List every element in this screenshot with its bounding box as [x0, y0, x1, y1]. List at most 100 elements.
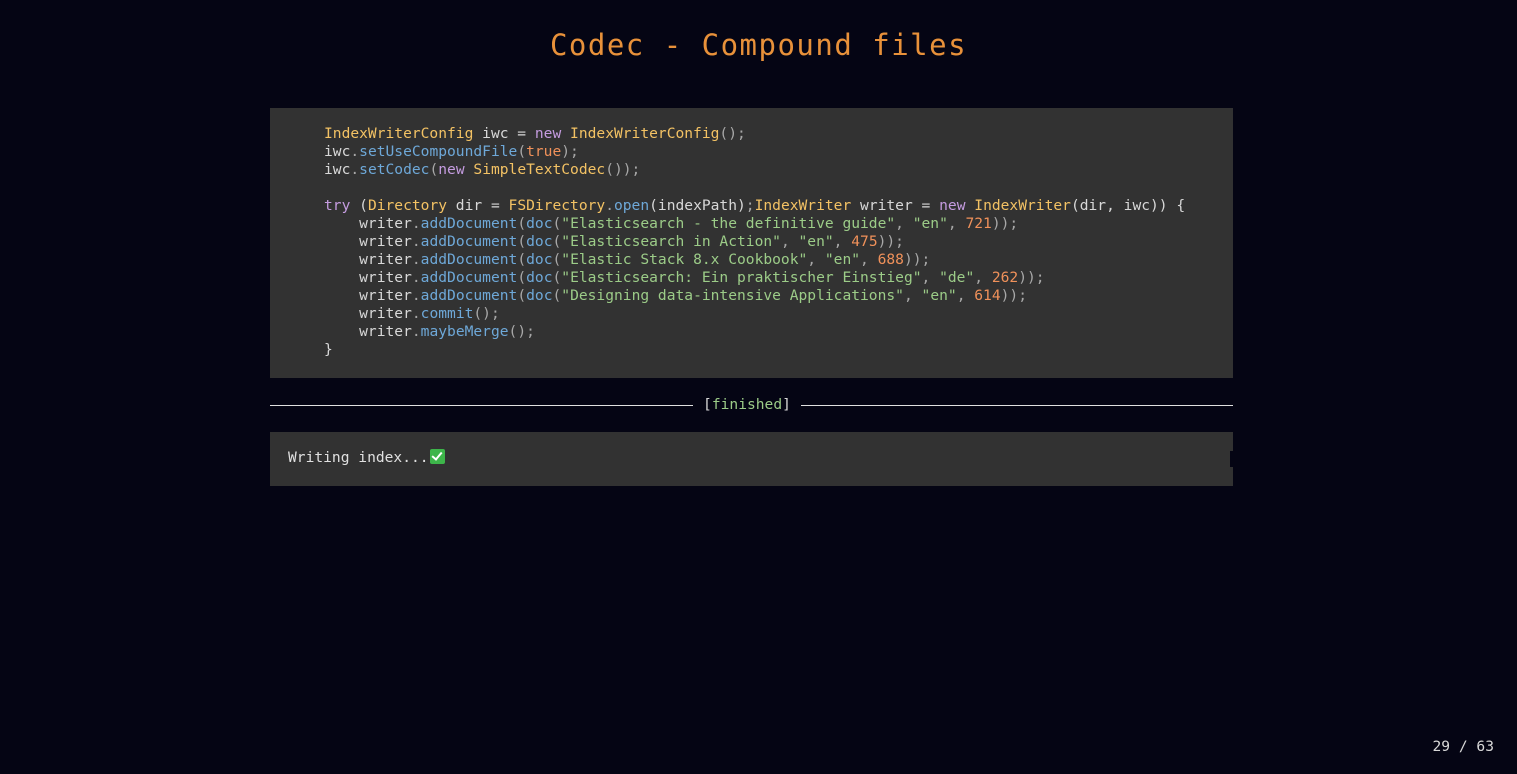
code-token-kw: new — [534, 125, 562, 142]
code-token-bool: true — [526, 143, 562, 160]
code-token-punc: ()); — [605, 161, 641, 178]
code-token-punc: , — [807, 251, 825, 268]
code-token-punc: . — [350, 143, 360, 160]
slide-title: Codec - Compound files — [549, 28, 968, 62]
code-token-punc: (); — [719, 125, 746, 142]
code-token-str: "en" — [798, 233, 834, 250]
code-token-punc: . — [350, 161, 360, 178]
code-token-fn: addDocument — [420, 215, 518, 232]
code-token-fn: setCodec — [359, 161, 430, 178]
check-mark-icon — [429, 449, 445, 464]
bracket-open: [ — [703, 396, 712, 413]
code-token-punc: ( — [552, 251, 562, 268]
code-token-plain: iwc = — [473, 125, 535, 142]
code-token-kw: new — [438, 161, 465, 178]
code-token-type: IndexWriterConfig — [324, 125, 474, 142]
code-token-punc: , — [780, 233, 799, 250]
code-token-str: "Elasticsearch in Action" — [561, 233, 781, 250]
code-token-fn: commit — [420, 305, 474, 322]
code-token-punc: (); — [473, 305, 500, 322]
page-indicator: 29 / 63 — [1432, 738, 1494, 755]
code-token-num: 475 — [851, 233, 878, 250]
code-token-punc: , — [947, 215, 966, 232]
code-line: writer.addDocument(doc("Elasticsearch in… — [270, 233, 1233, 251]
code-token-punc: ( — [552, 233, 562, 250]
code-token-punc: ( — [517, 269, 527, 286]
output-panel: Writing index... — [270, 432, 1234, 486]
code-token-punc: ( — [552, 287, 562, 304]
code-token-punc: . — [411, 233, 421, 250]
code-line: writer.commit(); — [270, 305, 1233, 323]
code-token-type: FSDirectory — [508, 197, 606, 214]
code-token-fn: doc — [526, 251, 553, 268]
code-token-punc: . — [411, 305, 421, 322]
code-token-punc: )); — [1000, 287, 1027, 304]
code-token-punc: ( — [517, 143, 527, 160]
code-token-punc: ( — [552, 269, 562, 286]
code-token-fn: doc — [526, 269, 553, 286]
code-token-punc: , — [903, 287, 922, 304]
code-token-plain: writer — [324, 215, 412, 232]
code-token-plain: writer — [324, 287, 412, 304]
code-token-punc: . — [411, 251, 421, 268]
code-token-punc: ; — [745, 197, 755, 214]
code-token-fn: doc — [526, 215, 553, 232]
code-token-kw: new — [939, 197, 966, 214]
code-token-plain: writer — [324, 251, 412, 268]
code-token-punc: , — [956, 287, 975, 304]
code-token-punc: )); — [877, 233, 904, 250]
code-line: iwc.setCodec(new SimpleTextCodec()); — [270, 161, 1233, 179]
code-token-punc: ( — [552, 215, 562, 232]
code-token-str: "Elastic Stack 8.x Cookbook" — [561, 251, 808, 268]
code-token-plain: (dir, iwc)) { — [1070, 197, 1186, 214]
code-token-plain: writer — [324, 305, 412, 322]
output-line: Writing index... — [288, 449, 445, 467]
text-cursor — [1230, 451, 1234, 467]
code-token-str: "Elasticsearch - the definitive guide" — [561, 215, 896, 232]
code-token-plain: writer — [324, 269, 412, 286]
divider-line-right — [801, 405, 1233, 406]
code-line: iwc.setUseCompoundFile(true); — [270, 143, 1233, 161]
code-line: try (Directory dir = FSDirectory.open(in… — [270, 197, 1233, 215]
code-token-fn: addDocument — [420, 251, 518, 268]
code-token-punc: ( — [517, 233, 527, 250]
code-token-type: IndexWriter — [974, 197, 1071, 214]
slide: Codec - Compound files IndexWriterConfig… — [0, 0, 1517, 774]
code-token-punc: ( — [517, 215, 527, 232]
code-token-punc: )); — [903, 251, 931, 268]
code-token-fn: addDocument — [420, 269, 518, 286]
code-token-plain: writer — [324, 323, 412, 340]
code-token-fn: setUseCompoundFile — [359, 143, 518, 160]
code-token-fn: maybeMerge — [420, 323, 509, 340]
run-status-label: [finished] — [703, 396, 791, 414]
code-token-type: IndexWriterConfig — [570, 125, 720, 142]
code-token-fn: addDocument — [420, 233, 518, 250]
code-token-str: "en" — [912, 215, 948, 232]
code-token-punc: . — [605, 197, 614, 214]
code-token-type: Directory — [367, 197, 448, 214]
code-token-punc: . — [411, 287, 421, 304]
code-token-punc: , — [860, 251, 878, 268]
code-block[interactable]: IndexWriterConfig iwc = new IndexWriterC… — [270, 108, 1233, 378]
bracket-close: ] — [782, 396, 791, 413]
code-token-punc: ( — [517, 251, 527, 268]
code-line: writer.addDocument(doc("Elasticsearch: E… — [270, 269, 1233, 287]
code-token-str: "Designing data-intensive Applications" — [561, 287, 904, 304]
code-token-punc: , — [895, 215, 913, 232]
code-token-num: 688 — [877, 251, 904, 268]
code-token-punc: , — [921, 269, 940, 286]
code-token-plain: (indexPath) — [649, 197, 746, 214]
run-status-divider: [finished] — [270, 396, 1233, 414]
code-token-fn: doc — [526, 233, 553, 250]
run-status-text: finished — [711, 396, 783, 413]
code-token-punc: )); — [991, 215, 1019, 232]
code-token-punc: ); — [561, 143, 579, 160]
code-token-str: "en" — [921, 287, 957, 304]
code-token-punc: . — [411, 269, 421, 286]
code-token-str: "Elasticsearch: Ein praktischer Einstieg… — [561, 269, 922, 286]
code-token-plain: ( — [350, 197, 368, 214]
code-line: writer.addDocument(doc("Designing data-i… — [270, 287, 1233, 305]
